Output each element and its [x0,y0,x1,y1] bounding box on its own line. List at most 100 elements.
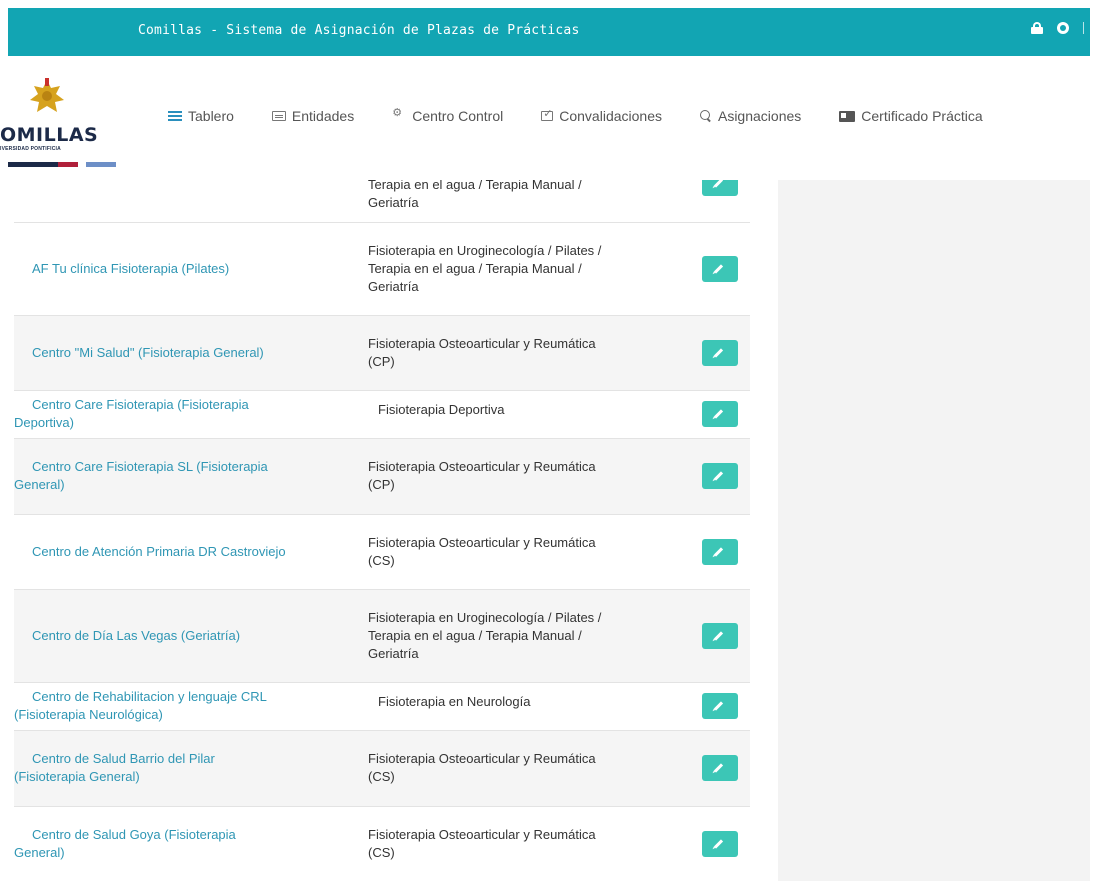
entity-name-cell[interactable]: Centro de Salud Barrio del Pilar (Fisiote… [14,730,362,806]
edit-button[interactable] [702,255,738,282]
main-navbar: OMILLAS IVERSIDAD PONTIFICIA Tablero Ent… [0,56,1090,180]
table-row: Centro de Atención Primaria DR Castrovie… [14,514,750,589]
search-icon [699,110,712,122]
entity-name-cell[interactable]: Centro de Rehabilitacion y lenguaje CRL(… [14,682,362,730]
entities-table: Terapia en el agua / Terapia Manual / Ge… [14,180,750,881]
entity-name-link[interactable]: Centro "Mi Salud" (Fisioterapia General) [20,345,264,360]
speciality-line: Fisioterapia Osteoarticular y Reumática [368,459,596,474]
table-row: Centro de Día Las Vegas (Geriatría) Fisi… [14,589,750,682]
nav-item-entidades[interactable]: Entidades [271,108,354,124]
pencil-icon [713,180,724,188]
entity-name-link[interactable]: Centro Care Fisioterapia SL (Fisioterapi… [14,458,352,476]
edit-button[interactable] [702,693,738,719]
logo-brand-text: OMILLAS [0,124,99,146]
nav-item-asignaciones[interactable]: Asignaciones [699,108,802,124]
top-header-bar: Comillas - Sistema de Asignación de Plaz… [8,8,1090,56]
speciality-line: Fisioterapia en Uroginecología / Pilates… [368,609,602,625]
speciality-line: Terapia en el agua / Terapia Manual / [368,180,582,192]
action-cell [694,315,750,390]
nav-label: Centro Control [412,108,504,124]
speciality-line: Fisioterapia en Neurología [378,693,531,709]
speciality-cell: Fisioterapia Osteoarticular y Reumática … [362,315,694,390]
speciality-line: (CS) [368,769,395,784]
edit-button[interactable] [702,830,738,857]
nav-item-convalidaciones[interactable]: Convalidaciones [541,107,662,124]
entity-name-link[interactable]: Centro de Salud Barrio del Pilar [14,750,352,768]
entity-name-link-cont[interactable]: General) [14,844,352,862]
entity-name-cell[interactable]: Centro de Atención Primaria DR Castrovie… [14,514,362,589]
speciality-cell: Terapia en el agua / Terapia Manual / Ge… [362,180,694,222]
action-cell [694,222,750,315]
logo-stripe [8,162,116,167]
nav-label: Tablero [188,108,234,124]
speciality-cell: Fisioterapia Osteoarticular y Reumática … [362,730,694,806]
nav-item-certificado-practica[interactable]: Certificado Práctica [839,108,983,124]
speciality-cell: Fisioterapia Osteoarticular y Reumática … [362,514,694,589]
table-row: Centro Care Fisioterapia SL (Fisioterapi… [14,438,750,514]
pencil-icon [713,763,724,773]
speciality-line: Terapia en el agua / Terapia Manual / [368,627,582,643]
header-icons [1031,22,1084,34]
speciality-line: Geriatría [368,645,419,661]
entity-name-link[interactable]: Centro de Rehabilitacion y lenguaje CRL [14,688,352,706]
nav-item-centro-control[interactable]: Centro Control [392,106,504,124]
check-square-icon [541,107,554,121]
entity-name-cell[interactable]: Centro "Mi Salud" (Fisioterapia General) [14,315,362,390]
nav-label: Convalidaciones [559,108,662,124]
entity-name-cell[interactable]: Centro Care Fisioterapia (Fisioterapia De… [14,390,362,438]
speciality-cell: Fisioterapia Osteoarticular y Reumática … [362,438,694,514]
action-cell [694,180,750,222]
speciality-line: Fisioterapia Deportiva [378,401,505,417]
entity-name-link[interactable]: Centro de Día Las Vegas (Geriatría) [20,628,240,643]
edit-button[interactable] [702,463,738,489]
entity-name-cell[interactable]: Centro de Salud Goya (Fisioterapia Genera… [14,806,362,881]
entity-name-link[interactable]: Centro Care Fisioterapia (Fisioterapia [14,396,352,414]
id-card-icon [839,110,856,122]
table-row: Terapia en el agua / Terapia Manual / Ge… [14,180,750,222]
entity-name-link[interactable]: AF Tu clínica Fisioterapia (Pilates) [20,261,229,276]
entity-name-cell[interactable]: AF Tu clínica Fisioterapia (Pilates) [14,222,362,315]
entity-name-link[interactable]: Centro de Atención Primaria DR Castrovie… [20,544,286,559]
crest-icon [30,78,64,112]
speciality-line: Fisioterapia Osteoarticular y Reumática [368,751,596,766]
entity-name-link[interactable]: Centro de Salud Goya (Fisioterapia [14,826,352,844]
table-row: Centro Care Fisioterapia (Fisioterapia De… [14,390,750,438]
nav-item-tablero[interactable]: Tablero [168,108,234,124]
lock-icon[interactable] [1031,22,1043,34]
comillas-logo[interactable]: OMILLAS IVERSIDAD PONTIFICIA [0,74,118,174]
entity-name-cell[interactable]: Centro de Día Las Vegas (Geriatría) [14,589,362,682]
entity-name-cell[interactable]: Centro Care Fisioterapia SL (Fisioterapi… [14,438,362,514]
entity-name-link-cont[interactable]: (Fisioterapia General) [14,768,352,786]
entity-name-link-cont[interactable]: Deportiva) [14,414,352,432]
speciality-cell: Fisioterapia en Uroginecología / Pilates… [362,222,694,315]
speciality-line: (CP) [368,353,395,369]
speciality-line: Geriatría [368,278,419,294]
pencil-icon [713,263,724,274]
globe-icon[interactable] [1057,22,1069,34]
pencil-icon [713,546,724,557]
table-row: Centro "Mi Salud" (Fisioterapia General)… [14,315,750,390]
edit-button[interactable] [702,538,738,565]
nav-label: Asignaciones [717,108,802,124]
speciality-line: Fisioterapia Osteoarticular y Reumática [368,826,596,842]
action-cell [694,514,750,589]
entity-name-link-cont[interactable]: (Fisioterapia Neurológica) [14,706,352,724]
speciality-cell: Fisioterapia en Uroginecología / Pilates… [362,589,694,682]
edit-button[interactable] [702,180,738,196]
edit-button[interactable] [702,622,738,649]
speciality-line: Terapia en el agua / Terapia Manual / [368,260,582,276]
speciality-line: Fisioterapia Osteoarticular y Reumática [368,534,596,550]
edit-button[interactable] [702,339,738,366]
speciality-line: Fisioterapia en Uroginecología / Pilates… [368,242,602,258]
pencil-icon [713,471,724,481]
cogs-icon [392,106,406,122]
pencil-icon [713,701,724,711]
speciality-line: (CS) [368,552,395,568]
edit-button[interactable] [702,755,738,781]
speciality-line: (CP) [368,477,395,492]
action-cell [694,390,750,438]
right-side-panel [778,180,1090,881]
speciality-line: Geriatría [368,194,419,210]
entity-name-link-cont[interactable]: General) [14,476,352,494]
edit-button[interactable] [702,401,738,427]
